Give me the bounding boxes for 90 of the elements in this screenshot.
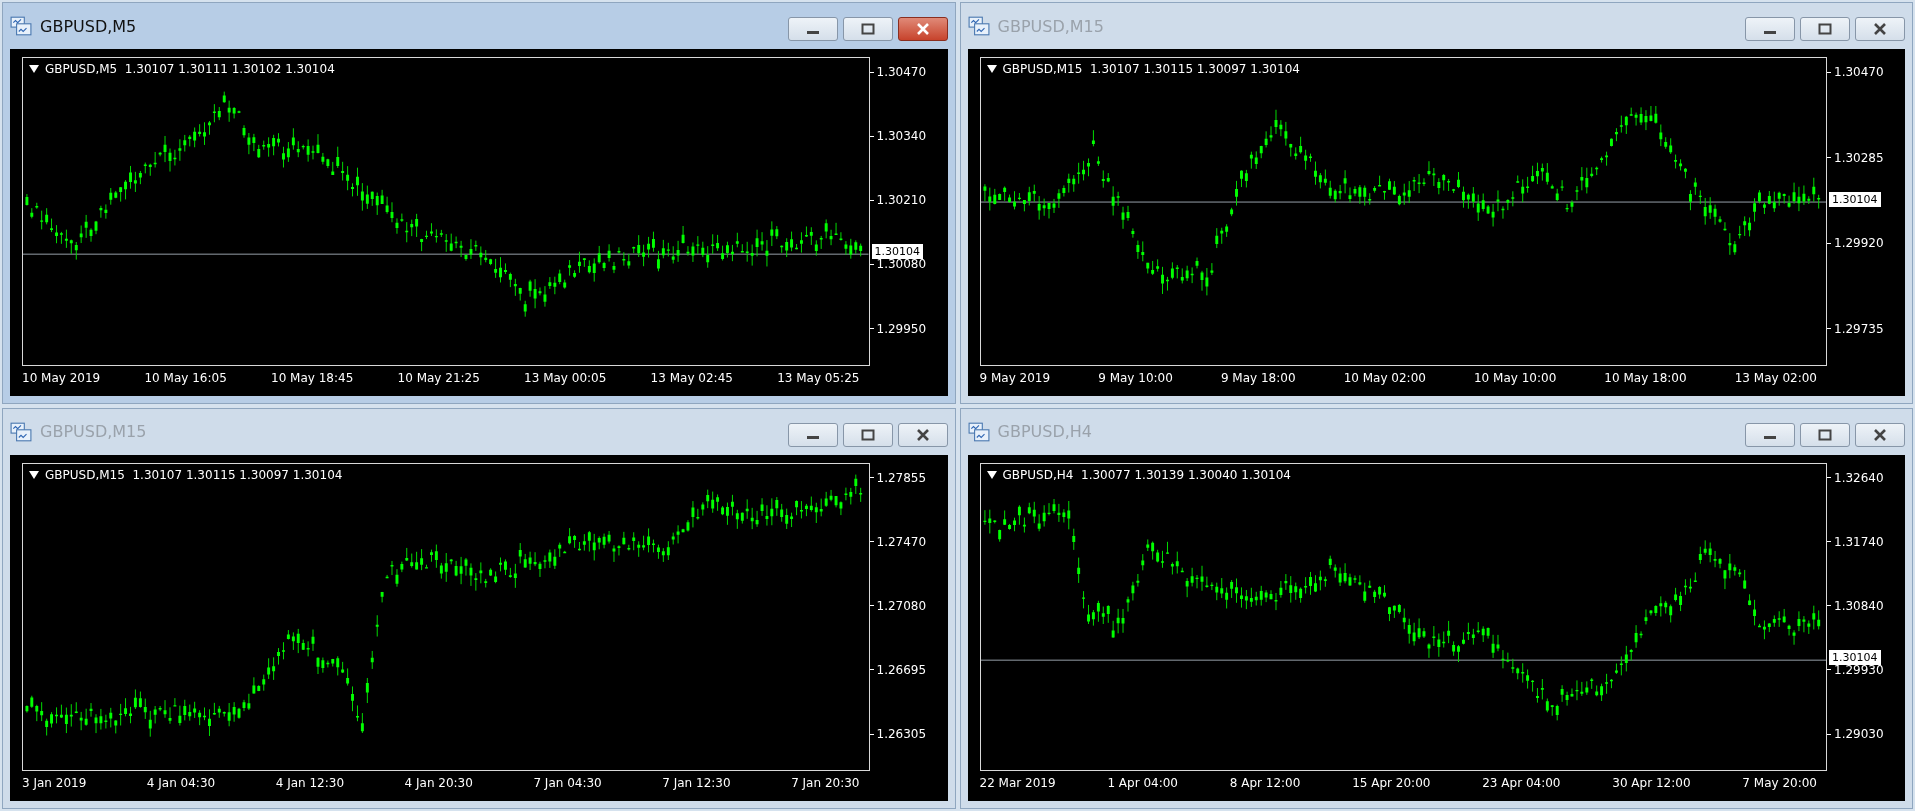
price-axis-label: 1.30840	[1834, 598, 1884, 613]
price-axis-label: 1.27855	[876, 470, 927, 485]
close-icon	[915, 428, 930, 441]
time-axis-label: 1 Apr 04:00	[1107, 776, 1178, 792]
close-button[interactable]	[1855, 422, 1905, 447]
chart-window-icon	[967, 421, 990, 442]
dropdown-triangle-icon[interactable]	[986, 470, 997, 479]
dropdown-triangle-icon[interactable]	[29, 65, 39, 73]
current-price-label: 1.30104	[871, 244, 923, 260]
price-axis-label: 1.30080	[876, 257, 927, 272]
chart-header-text: GBPUSD,M15 1.30107 1.30115 1.30097 1.30104	[1002, 62, 1300, 76]
minimize-button[interactable]	[787, 422, 838, 447]
minimize-icon	[806, 30, 819, 34]
maximize-button[interactable]	[1800, 422, 1850, 447]
chart-window-icon	[10, 421, 32, 442]
price-axis-label: 1.30470	[1834, 65, 1884, 79]
dropdown-triangle-icon[interactable]	[29, 470, 39, 479]
minimize-icon	[1764, 436, 1776, 439]
minimize-icon	[806, 436, 819, 439]
time-axis-label: 9 May 18:00	[1220, 370, 1296, 387]
time-axis-label: 7 May 20:00	[1742, 776, 1817, 792]
maximize-icon	[860, 428, 875, 441]
current-price-label: 1.30104	[1829, 192, 1881, 207]
maximize-icon	[1818, 23, 1832, 35]
chart-header-text: GBPUSD,H4 1.30077 1.30139 1.30040 1.30104	[1002, 467, 1291, 482]
time-axis-label: 10 May 18:00	[1604, 370, 1687, 387]
close-icon	[1873, 428, 1887, 441]
dropdown-triangle-icon[interactable]	[986, 65, 997, 73]
time-axis-label: 15 Apr 20:00	[1352, 776, 1431, 792]
window-title: GBPUSD,M5	[40, 16, 137, 36]
price-axis-label: 1.30340	[876, 129, 927, 144]
time-axis-label: 30 Apr 12:00	[1612, 776, 1691, 792]
time-axis-label: 4 Jan 20:30	[404, 776, 473, 792]
price-axis-label: 1.27080	[876, 598, 927, 613]
price-axis-label: 1.29920	[1834, 236, 1884, 250]
minimize-icon	[1764, 30, 1776, 34]
maximize-button[interactable]	[842, 17, 893, 41]
time-axis-label: 10 May 2019	[22, 370, 101, 387]
maximize-icon	[860, 23, 875, 35]
time-axis-label: 13 May 00:05	[524, 370, 607, 387]
time-axis-label: 23 Apr 04:00	[1482, 776, 1561, 792]
time-axis-label: 13 May 02:00	[1734, 370, 1817, 387]
time-axis-label: 13 May 02:45	[650, 370, 733, 387]
close-icon	[1873, 23, 1887, 35]
price-axis-label: 1.27470	[876, 534, 927, 549]
time-axis-label: 3 Jan 2019	[22, 776, 87, 792]
time-axis-label: 13 May 05:25	[777, 370, 860, 387]
chart-window-icon	[967, 16, 990, 36]
price-axis-label: 1.29735	[1834, 321, 1884, 336]
chart-header-text: GBPUSD,M15 1.30107 1.30115 1.30097 1.30104	[45, 467, 343, 482]
price-axis-label: 1.29950	[876, 321, 927, 336]
price-axis-label: 1.30210	[876, 193, 927, 208]
time-axis-label: 4 Jan 12:30	[275, 776, 345, 792]
close-button[interactable]	[897, 422, 948, 447]
time-axis-label: 10 May 18:45	[271, 370, 354, 387]
time-axis-label: 9 May 2019	[979, 370, 1051, 387]
maximize-button[interactable]	[1800, 17, 1850, 41]
price-axis-label: 1.30470	[876, 65, 927, 79]
time-axis-label: 10 May 16:05	[144, 370, 227, 387]
minimize-button[interactable]	[787, 17, 838, 41]
time-axis-label: 8 Apr 12:00	[1229, 776, 1301, 792]
minimize-button[interactable]	[1745, 422, 1795, 447]
time-axis-label: 22 Mar 2019	[979, 776, 1056, 792]
time-axis-label: 7 Jan 12:30	[662, 776, 731, 792]
maximize-button[interactable]	[842, 422, 893, 447]
current-price-label: 1.30104	[1829, 649, 1881, 665]
window-title: GBPUSD,M15	[997, 16, 1104, 36]
time-axis-label: 9 May 10:00	[1098, 370, 1173, 387]
price-axis-label: 1.31740	[1834, 534, 1884, 549]
price-axis-label: 1.29030	[1834, 727, 1884, 741]
close-button[interactable]	[1855, 17, 1905, 41]
price-axis-label: 1.30285	[1834, 150, 1884, 165]
chart-window-icon	[10, 16, 32, 36]
window-title: GBPUSD,M15	[40, 422, 147, 441]
time-axis-label: 10 May 10:00	[1474, 370, 1557, 387]
price-axis-label: 1.32640	[1834, 470, 1884, 485]
time-axis-label: 7 Jan 20:30	[791, 776, 860, 792]
price-axis-label: 1.26695	[876, 662, 927, 677]
minimize-button[interactable]	[1745, 17, 1795, 41]
price-axis-label: 1.29930	[1834, 662, 1884, 677]
time-axis-label: 7 Jan 04:30	[533, 776, 602, 792]
window-title: GBPUSD,H4	[997, 422, 1092, 441]
close-button[interactable]	[897, 17, 948, 41]
time-axis-label: 4 Jan 04:30	[146, 776, 216, 792]
close-icon	[915, 23, 930, 35]
time-axis-label: 10 May 02:00	[1343, 370, 1426, 387]
maximize-icon	[1818, 428, 1832, 441]
chart-header-text: GBPUSD,M5 1.30107 1.30111 1.30102 1.30104	[45, 62, 335, 76]
time-axis-label: 10 May 21:25	[397, 370, 480, 387]
price-axis-label: 1.26305	[876, 727, 927, 741]
